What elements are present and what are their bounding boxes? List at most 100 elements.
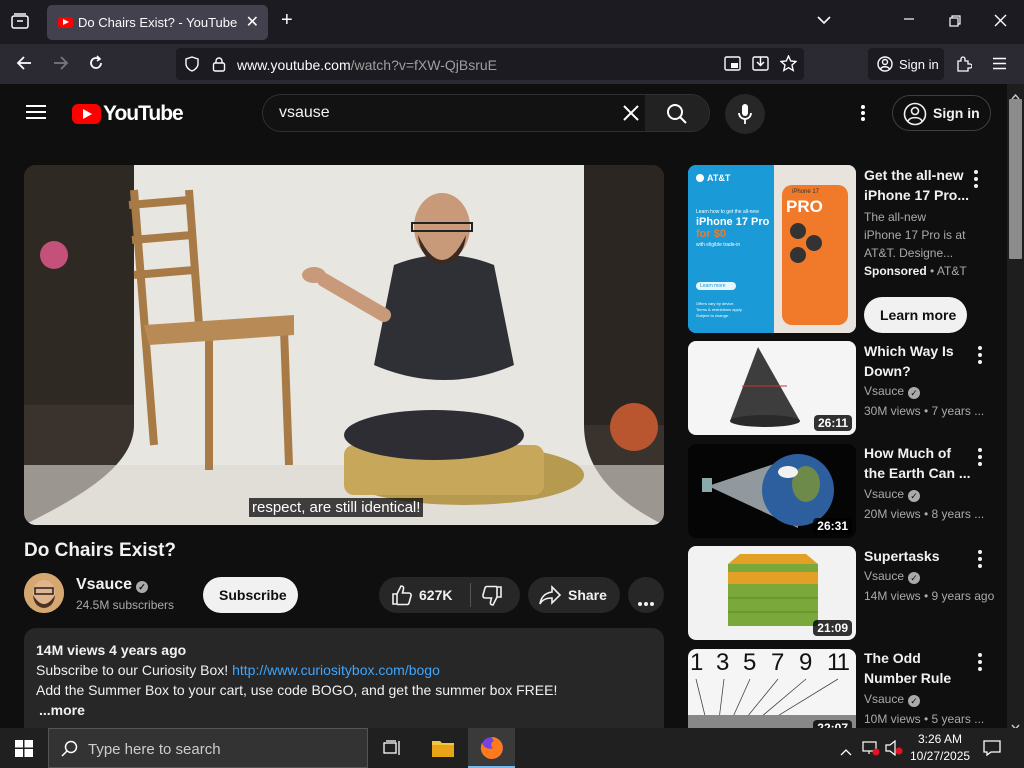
clock-time: 3:26 AM bbox=[917, 732, 963, 746]
related-video-title[interactable]: How Much of the Earth Can ... bbox=[864, 443, 974, 483]
related-video-channel[interactable]: Vsauce ✓ bbox=[864, 692, 921, 707]
minimize-icon[interactable] bbox=[903, 13, 915, 29]
related-video-thumbnail[interactable]: 21:09 bbox=[688, 546, 856, 640]
video-player[interactable] bbox=[24, 165, 664, 525]
ad-product-tag: iPhone 17 bbox=[792, 189, 820, 195]
verified-badge-icon: ✓ bbox=[908, 695, 921, 707]
ad-headline-2: for $0 bbox=[696, 228, 726, 240]
restore-icon[interactable] bbox=[949, 15, 961, 31]
dislike-thumbs-down-icon[interactable] bbox=[481, 585, 503, 612]
extensions-puzzle-icon[interactable] bbox=[956, 56, 973, 76]
clear-search-icon[interactable] bbox=[623, 105, 639, 126]
video-duration: 21:09 bbox=[813, 620, 852, 636]
video-menu-kebab-icon[interactable] bbox=[978, 653, 982, 674]
signin-label: Sign in bbox=[933, 105, 980, 121]
ad-pro-text: PRO bbox=[786, 197, 823, 216]
notifications-icon[interactable] bbox=[983, 740, 1001, 761]
reload-icon[interactable] bbox=[88, 55, 104, 75]
ad-menu-kebab-icon[interactable] bbox=[974, 170, 978, 191]
network-icon[interactable] bbox=[862, 740, 880, 761]
video-menu-kebab-icon[interactable] bbox=[978, 448, 982, 469]
search-input[interactable]: vsause bbox=[279, 104, 330, 122]
related-video-meta: 14M views • 9 years ago bbox=[864, 589, 995, 603]
new-tab-icon[interactable]: + bbox=[281, 10, 293, 30]
clock-date: 10/27/2025 bbox=[910, 749, 971, 763]
video-caption: respect, are still identical! bbox=[249, 498, 424, 517]
share-arrow-icon bbox=[539, 585, 562, 610]
search-button[interactable] bbox=[645, 95, 709, 131]
bookmark-star-icon[interactable] bbox=[779, 54, 798, 76]
url-text[interactable]: www.youtube.com/watch?v=fXW-QjBsruE bbox=[237, 57, 497, 73]
related-video-thumbnail[interactable]: 26:11 bbox=[688, 341, 856, 435]
description-box[interactable]: 14M views 4 years ago Subscribe to our C… bbox=[24, 628, 664, 738]
ad-brand-text: AT&T bbox=[707, 173, 731, 183]
channel-name[interactable]: Vsauce ✓ bbox=[76, 576, 149, 594]
back-arrow-icon[interactable] bbox=[16, 56, 32, 74]
related-video-title[interactable]: Which Way Is Down? bbox=[864, 341, 974, 381]
like-count[interactable]: 627K bbox=[419, 587, 452, 603]
youtube-signin-button[interactable]: Sign in bbox=[892, 95, 991, 131]
subscribe-button[interactable]: Subscribe bbox=[203, 577, 298, 613]
like-thumbs-up-icon[interactable] bbox=[391, 584, 413, 611]
show-hidden-icons-chevron-icon[interactable] bbox=[840, 743, 852, 761]
firefox-icon bbox=[480, 736, 504, 765]
firefox-taskbar-item[interactable] bbox=[468, 728, 515, 768]
browser-account-button[interactable]: Sign in bbox=[868, 48, 944, 80]
video-menu-kebab-icon[interactable] bbox=[978, 550, 982, 571]
voice-search-button[interactable] bbox=[725, 94, 765, 134]
show-more-link[interactable]: ...more bbox=[39, 702, 85, 718]
tracking-protection-shield-icon[interactable] bbox=[185, 56, 199, 76]
related-video-channel[interactable]: Vsauce ✓ bbox=[864, 384, 921, 399]
close-window-icon[interactable] bbox=[994, 14, 1007, 31]
save-to-pocket-icon[interactable] bbox=[752, 55, 769, 75]
related-video-title[interactable]: The Odd Number Rule bbox=[864, 648, 974, 688]
ad-thumbnail[interactable]: AT&T iPhone 17 PRO Learn how to get the … bbox=[688, 165, 856, 333]
search-box[interactable]: vsause bbox=[262, 94, 710, 132]
share-button[interactable]: Share bbox=[528, 577, 620, 613]
guide-menu-icon[interactable] bbox=[26, 104, 46, 125]
more-horizontal-icon bbox=[638, 593, 654, 611]
curiosity-box-link[interactable]: http://www.curiositybox.com/bogo bbox=[232, 662, 440, 678]
file-explorer-icon[interactable] bbox=[431, 738, 455, 763]
verified-badge-icon: ✓ bbox=[136, 581, 149, 593]
related-video-thumbnail[interactable]: 26:31 bbox=[688, 444, 856, 538]
picture-in-picture-icon[interactable] bbox=[724, 56, 741, 75]
forward-arrow-icon[interactable] bbox=[53, 56, 69, 74]
channel-avatar[interactable] bbox=[24, 573, 64, 613]
windows-start-icon[interactable] bbox=[15, 740, 33, 762]
system-clock[interactable]: 3:26 AM 10/27/2025 bbox=[910, 731, 970, 765]
settings-kebab-icon[interactable] bbox=[861, 105, 865, 126]
youtube-play-logo-icon bbox=[72, 104, 101, 124]
volume-muted-icon[interactable] bbox=[885, 739, 903, 761]
ad-title[interactable]: Get the all-new iPhone 17 Pro... bbox=[864, 165, 974, 205]
search-icon bbox=[666, 103, 688, 130]
related-video-channel[interactable]: Vsauce ✓ bbox=[864, 487, 921, 502]
ad-thumb-button-text: Learn more bbox=[700, 283, 726, 289]
tab-overview-icon[interactable] bbox=[11, 13, 29, 33]
browser-nav-bar: www.youtube.com/watch?v=fXW-QjBsruE Sign… bbox=[0, 44, 1024, 84]
ad-fine-print-2: Terms & restrictions apply. bbox=[696, 307, 743, 312]
learn-more-button[interactable]: Learn more bbox=[864, 297, 967, 333]
active-tab[interactable]: Do Chairs Exist? - YouTube ✕ bbox=[47, 5, 268, 40]
app-menu-hamburger-icon[interactable] bbox=[992, 57, 1007, 74]
related-video-thumbnail[interactable]: 1 3 5 7 9 11 22:07 bbox=[688, 649, 856, 728]
related-video-title[interactable]: Supertasks bbox=[864, 546, 974, 566]
video-menu-kebab-icon[interactable] bbox=[978, 346, 982, 367]
video-duration: 26:31 bbox=[813, 518, 852, 534]
scrollbar-thumb[interactable] bbox=[1009, 99, 1022, 259]
lock-icon[interactable] bbox=[212, 56, 226, 76]
task-view-icon[interactable] bbox=[383, 740, 401, 761]
page-scrollbar[interactable] bbox=[1007, 84, 1024, 731]
ad-fine-print-3: Subject to change. bbox=[696, 313, 730, 318]
list-tabs-chevron-icon[interactable] bbox=[817, 13, 831, 29]
close-tab-icon[interactable]: ✕ bbox=[246, 12, 259, 32]
verified-badge-icon: ✓ bbox=[908, 387, 921, 399]
more-actions-button[interactable] bbox=[628, 577, 664, 613]
related-video-channel[interactable]: Vsauce ✓ bbox=[864, 569, 921, 584]
video-duration: 26:11 bbox=[813, 415, 852, 431]
address-bar[interactable]: www.youtube.com/watch?v=fXW-QjBsruE bbox=[176, 48, 804, 80]
odd-number-digit: 1 bbox=[690, 649, 704, 676]
ad-sponsored-line: Sponsored • AT&T bbox=[864, 264, 967, 278]
taskbar-search-box[interactable]: Type here to search bbox=[48, 728, 368, 768]
odd-number-digit: 9 bbox=[799, 649, 813, 676]
